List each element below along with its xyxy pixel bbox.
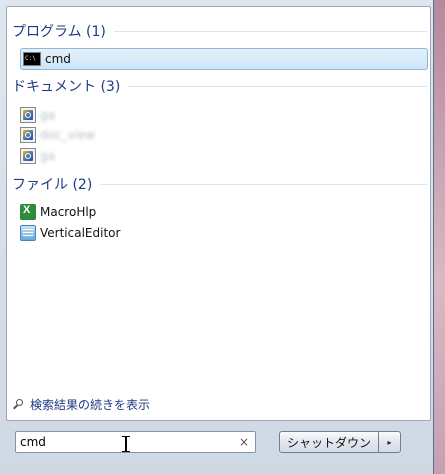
section-header-documents: ドキュメント (3) xyxy=(12,75,427,97)
document-icon xyxy=(20,148,36,164)
section-title-programs: プログラム (1) xyxy=(12,24,106,40)
result-item-label: doc_view xyxy=(40,128,96,142)
start-menu: プログラム (1) cmd ドキュメント (3) ga doc_view ga … xyxy=(0,0,434,474)
section-header-files: ファイル (2) xyxy=(12,173,427,195)
clear-icon[interactable]: × xyxy=(237,435,251,449)
excel-icon xyxy=(20,204,36,220)
section-divider xyxy=(113,30,427,32)
section-title-documents: ドキュメント (3) xyxy=(12,79,121,95)
cmd-icon xyxy=(23,52,41,66)
result-item-label: MacroHlp xyxy=(40,205,97,219)
section-title-files: ファイル (2) xyxy=(12,177,93,193)
see-more-results-link[interactable]: 検索結果の続きを表示 xyxy=(12,396,150,413)
search-icon xyxy=(12,398,26,412)
see-more-results-label: 検索結果の続きを表示 xyxy=(30,398,151,412)
editor-icon xyxy=(20,225,36,241)
result-item-macrohlp[interactable]: MacroHlp xyxy=(20,202,96,222)
section-divider xyxy=(128,85,427,87)
shutdown-group: シャットダウン ▸ xyxy=(279,431,401,453)
section-divider xyxy=(100,183,427,185)
section-header-programs: プログラム (1) xyxy=(12,20,427,42)
shutdown-options-button[interactable]: ▸ xyxy=(379,431,401,453)
result-item-cmd[interactable]: cmd xyxy=(20,48,428,70)
document-icon xyxy=(20,107,36,123)
result-item-document[interactable]: doc_view xyxy=(20,125,95,145)
search-box[interactable]: × xyxy=(15,431,256,453)
result-item-verticaleditor[interactable]: VerticalEditor xyxy=(20,223,120,243)
result-item-document[interactable]: ga xyxy=(20,146,55,166)
result-item-label: ga xyxy=(40,108,55,122)
text-cursor-icon xyxy=(122,436,130,452)
result-item-label: VerticalEditor xyxy=(40,226,121,240)
result-item-label: ga xyxy=(40,149,55,163)
result-item-document[interactable]: ga xyxy=(20,105,55,125)
document-icon xyxy=(20,127,36,143)
result-item-label: cmd xyxy=(45,52,71,66)
shutdown-button[interactable]: シャットダウン xyxy=(279,431,379,453)
